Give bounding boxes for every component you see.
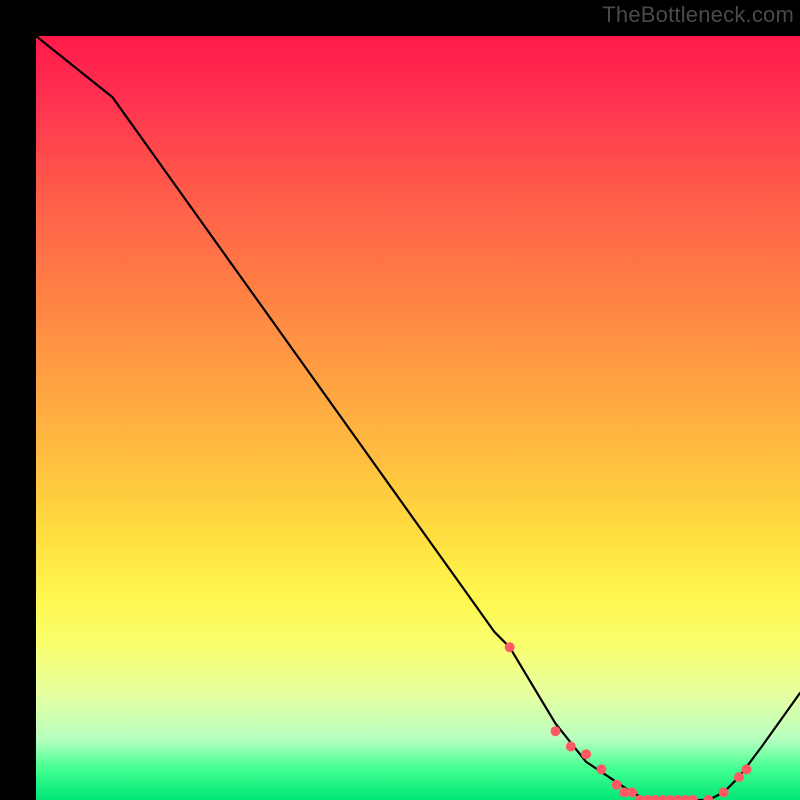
marker-point (703, 795, 713, 800)
marker-point (734, 772, 744, 782)
marker-point (688, 795, 698, 800)
curve-line (36, 36, 800, 800)
marker-group (505, 642, 752, 800)
marker-point (742, 764, 752, 774)
marker-point (581, 749, 591, 759)
marker-point (596, 764, 606, 774)
marker-point (505, 642, 515, 652)
watermark-text: TheBottleneck.com (602, 2, 794, 28)
marker-point (551, 726, 561, 736)
plot-area (36, 36, 800, 800)
marker-point (566, 742, 576, 752)
chart-svg (36, 36, 800, 800)
marker-point (627, 787, 637, 797)
marker-point (612, 780, 622, 790)
curve-line-group (36, 36, 800, 800)
marker-point (719, 787, 729, 797)
chart-frame (18, 18, 782, 782)
